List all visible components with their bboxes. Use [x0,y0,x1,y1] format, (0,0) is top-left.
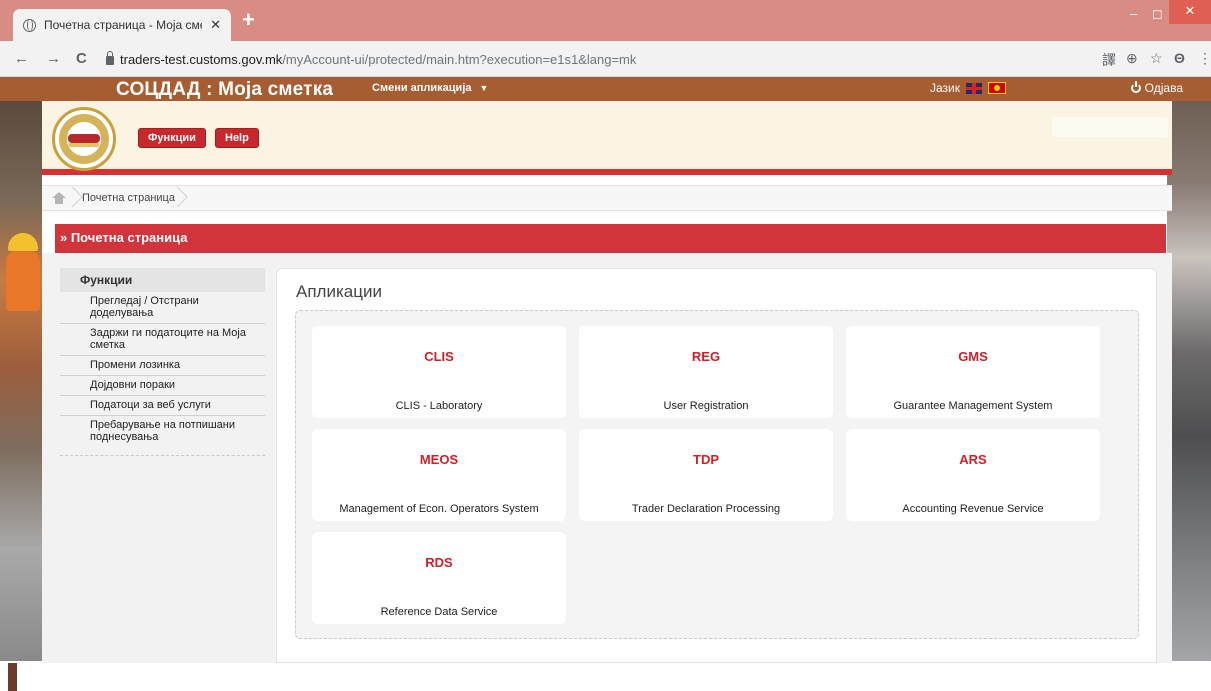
app-name: Trader Declaration Processing [631,503,781,515]
browser-menu-icon[interactable]: ⋮ [1198,50,1211,67]
sidebar-item-web-services[interactable]: Податоци за веб услуги [60,396,265,416]
browser-tab[interactable]: Почетна страница - Моја сметк ✕ [13,9,231,41]
functions-button[interactable]: Функции [138,128,206,148]
app-code: GMS [958,349,988,364]
app-card-ars[interactable]: ARS Accounting Revenue Service [846,429,1100,521]
mk-flag-icon[interactable] [988,82,1006,94]
web-page: СОЦДАД : Моја сметка Смени апликација ▼ Ј… [0,77,1211,691]
functions-sidebar: Функции Прегледај / Отстрани доделувања … [60,268,265,456]
sidebar-item-change-password[interactable]: Промени лозинка [60,356,265,376]
app-card-rds[interactable]: RDS Reference Data Service [312,532,566,624]
app-name: Reference Data Service [380,606,498,618]
background-image-left [0,101,42,661]
sidebar-divider [60,448,265,456]
reload-icon[interactable]: C [76,50,87,67]
sidebar-item-inbox[interactable]: Дојдовни пораки [60,376,265,396]
app-card-gms[interactable]: GMS Guarantee Management System [846,326,1100,418]
tab-close-icon[interactable]: ✕ [210,17,221,33]
language-selector: Јазик [930,81,1006,95]
background-strip [8,663,17,691]
background-helmet [8,233,38,251]
lock-icon [106,51,114,65]
new-tab-button[interactable]: + [242,9,255,31]
page-title: » Почетна страница [60,230,188,245]
translate-icon[interactable]: 譯 [1102,50,1116,70]
page-title-bar: » Почетна страница [55,224,1166,253]
app-top-bar: СОЦДАД : Моја сметка Смени апликација ▼ Ј… [0,77,1211,101]
power-icon [1130,81,1141,93]
app-name: User Registration [663,400,749,412]
logout-label: Одјава [1144,81,1183,95]
app-card-meos[interactable]: MEOS Management of Econ. Operators Syste… [312,429,566,521]
url-path: /myAccount-ui/protected/main.htm?executi… [282,51,637,67]
browser-tab-bar: Почетна страница - Моја сметк ✕ + – ◻ ✕ [0,0,1211,41]
forward-icon[interactable]: → [46,50,61,67]
app-card-clis[interactable]: CLIS CLIS - Laboratory [312,326,566,418]
app-code: CLIS [424,349,454,364]
profile-icon[interactable]: Θ [1174,50,1185,66]
switch-app-dropdown[interactable]: Смени апликација ▼ [372,82,488,94]
caret-down-icon: ▼ [479,83,489,93]
globe-icon [23,18,36,32]
back-icon[interactable]: ← [14,50,29,67]
app-code: MEOS [419,452,459,467]
applications-panel: Апликации CLIS CLIS - Laboratory REG Use… [276,268,1157,663]
app-name: Accounting Revenue Service [902,503,1044,515]
switch-app-label: Смени апликација [372,82,472,94]
app-card-tdp[interactable]: TDP Trader Declaration Processing [579,429,833,521]
applications-grid: CLIS CLIS - Laboratory REG User Registra… [295,310,1139,639]
minimize-icon[interactable]: – [1130,6,1137,21]
zoom-icon[interactable]: ⊕ [1126,50,1138,67]
tab-title: Почетна страница - Моја сметк [44,18,203,32]
language-label: Јазик [930,81,960,95]
app-code: RDS [425,555,453,570]
app-card-reg[interactable]: REG User Registration [579,326,833,418]
app-name: Management of Econ. Operators System [339,503,539,515]
breadcrumb: Почетна страница [42,185,1172,211]
url-field[interactable]: traders-test.customs.gov.mk/myAccount-ui… [106,46,1106,72]
app-header: Функции Help [42,101,1172,175]
sidebar-item-keep-account-data[interactable]: Задржи ги податоците на Моја сметка [60,324,265,356]
help-button[interactable]: Help [215,128,259,148]
sidebar-item-view-assignments[interactable]: Прегледај / Отстрани доделувања [60,292,265,324]
app-code: TDP [693,452,719,467]
address-bar: ← → C traders-test.customs.gov.mk/myAcco… [0,41,1211,77]
applications-title: Апликации [296,282,382,301]
customs-logo [52,107,116,171]
app-brand: СОЦДАД : Моја сметка [116,79,334,100]
sidebar-heading: Функции [60,268,265,292]
logout-link[interactable]: Одјава [1130,81,1183,95]
app-name: CLIS - Laboratory [395,400,483,412]
breadcrumb-separator [174,186,186,210]
background-worker [6,251,40,311]
breadcrumb-current[interactable]: Почетна страница [82,192,175,204]
app-code: ARS [959,452,987,467]
app-name: Guarantee Management System [893,400,1053,412]
uk-flag-icon[interactable] [966,82,982,94]
bookmark-star-icon[interactable]: ☆ [1150,50,1163,67]
background-image-right [1167,101,1211,661]
url-host: traders-test.customs.gov.mk [120,51,283,67]
breadcrumb-separator [69,186,81,210]
app-code: REG [691,349,721,364]
window-close-icon[interactable]: ✕ [1169,0,1211,24]
restore-icon[interactable]: ◻ [1152,6,1163,22]
sidebar-item-search-submissions[interactable]: Пребарување на потпишани поднесувања [60,416,265,448]
user-info-area [1052,117,1168,137]
